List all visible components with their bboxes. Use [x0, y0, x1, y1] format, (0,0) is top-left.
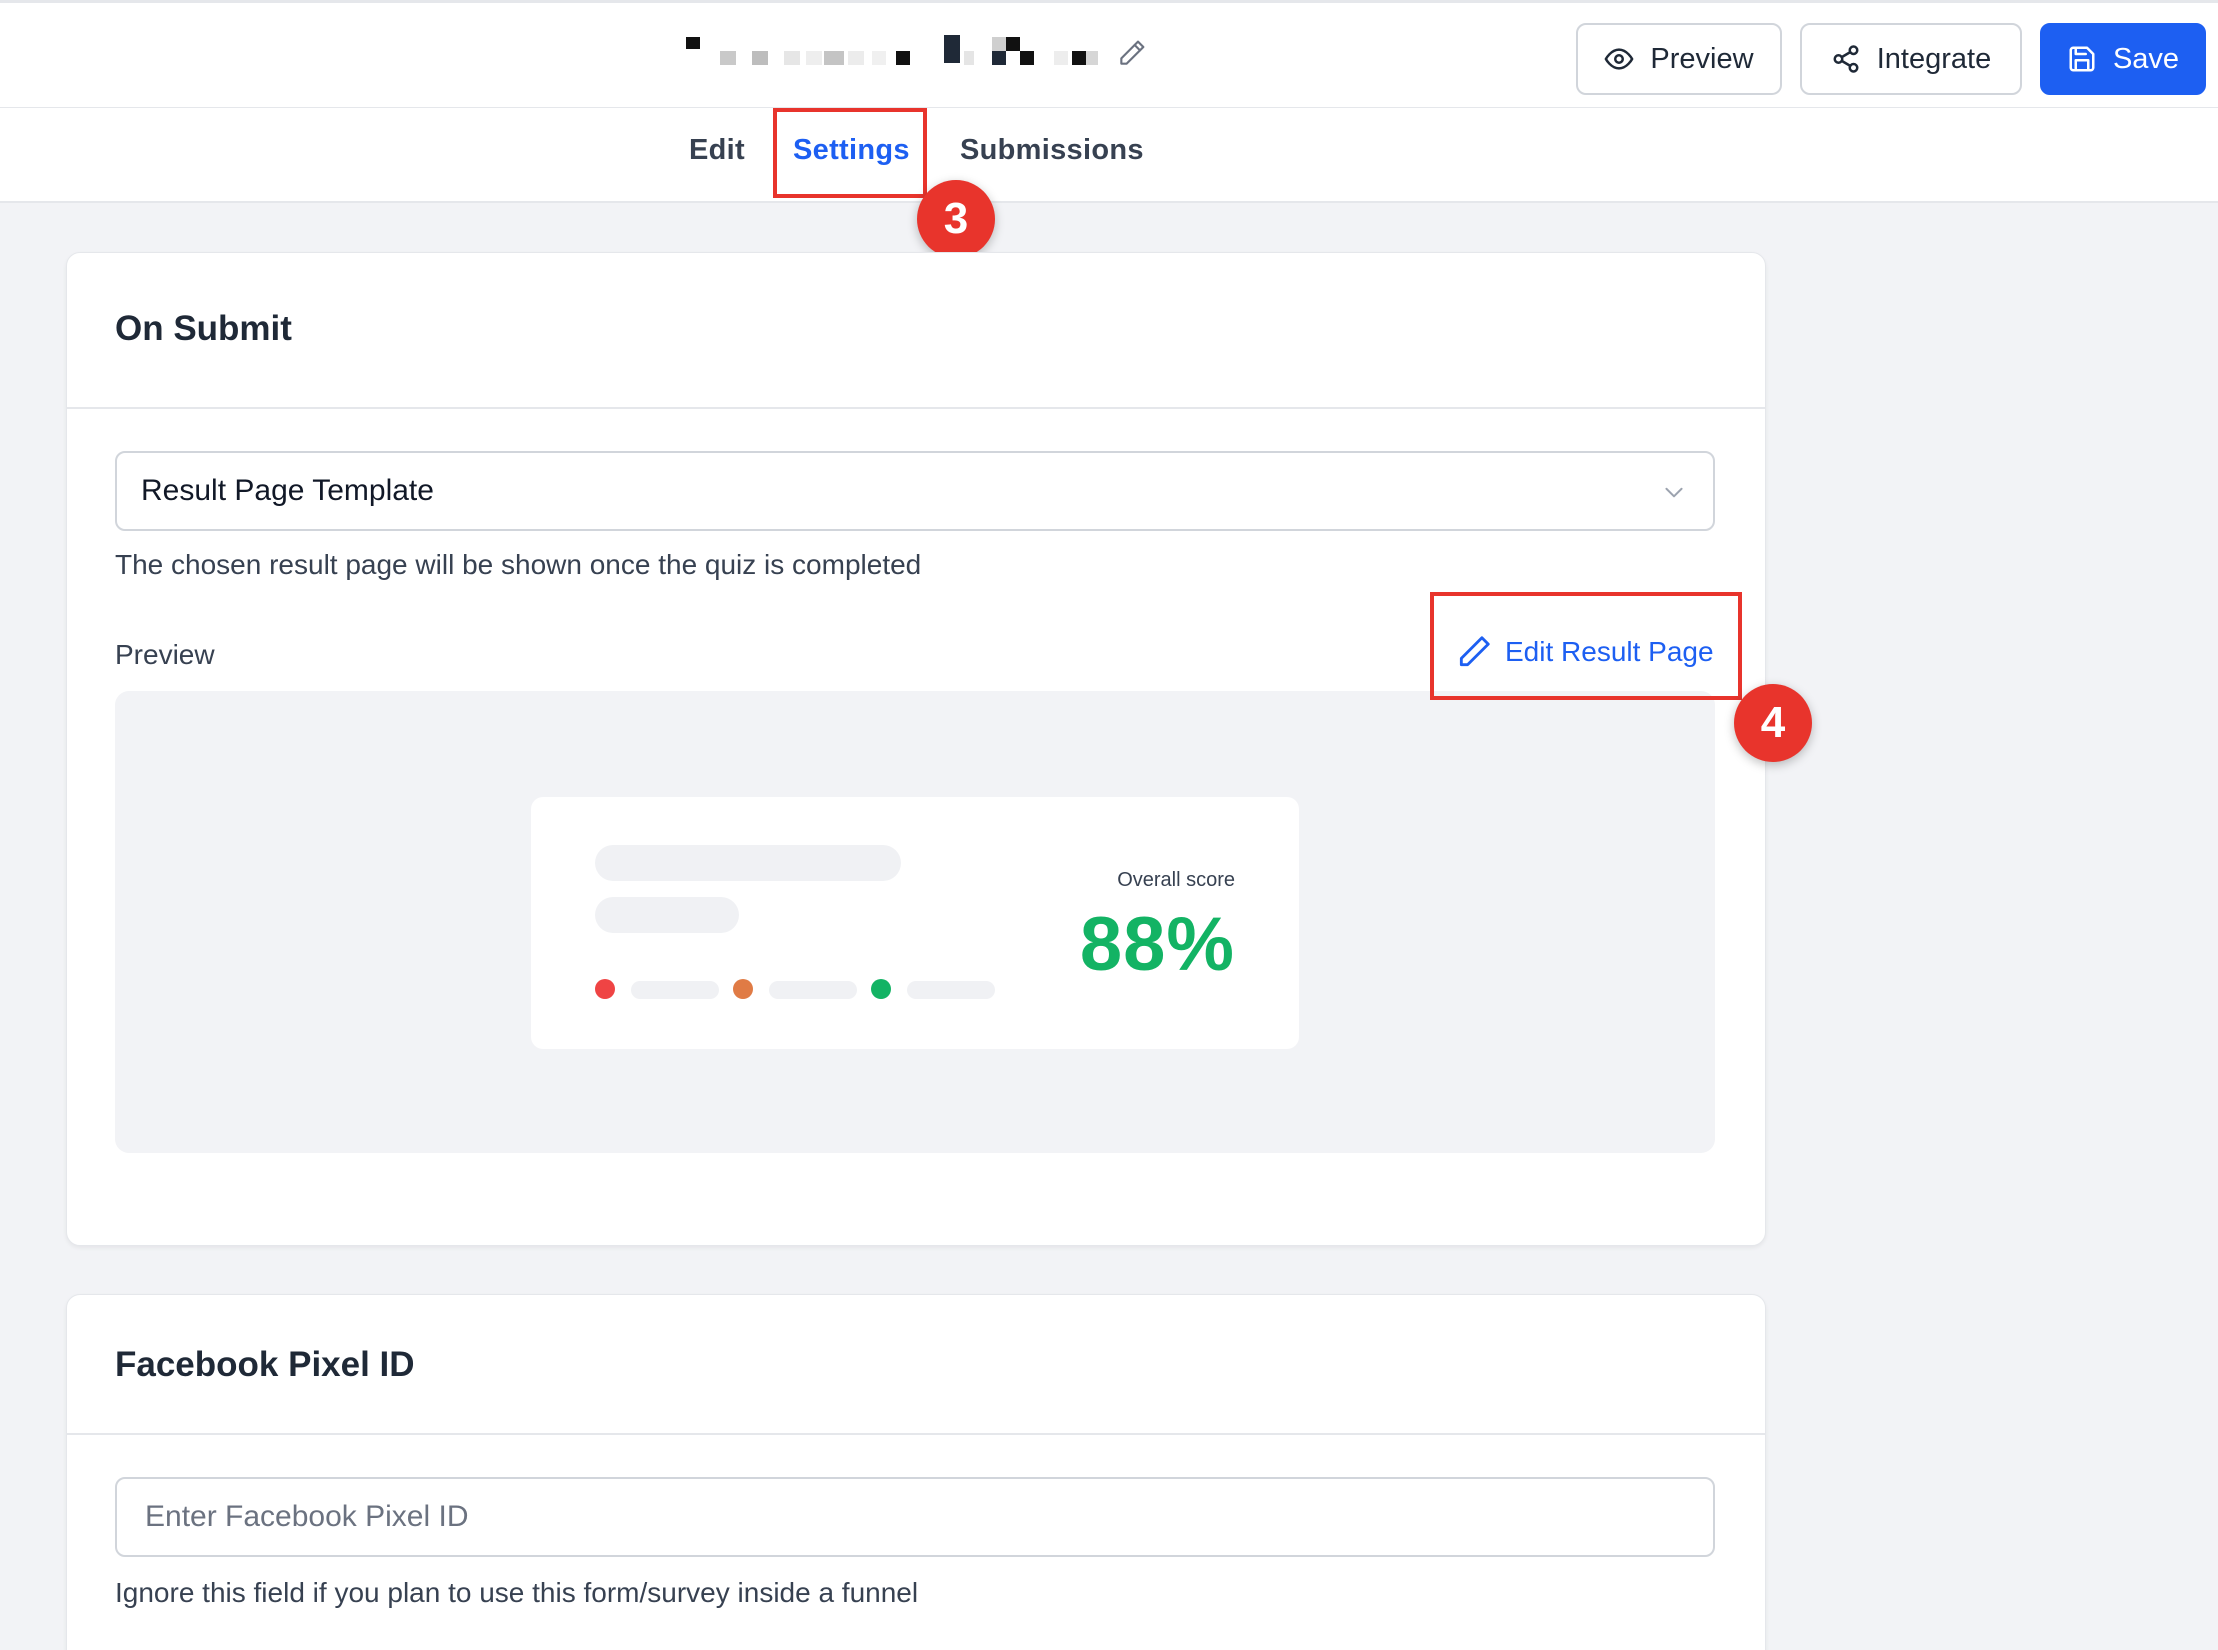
result-preview-area: Overall score 88% [115, 691, 1715, 1153]
redacted-pixel [944, 35, 960, 63]
result-page-select-value: Result Page Template [141, 474, 434, 507]
annotation-highlight-settings [773, 108, 927, 198]
redacted-pixel [752, 51, 768, 65]
redacted-pixel [992, 51, 1006, 65]
pencil-icon[interactable] [1116, 37, 1148, 69]
redacted-pixel [1086, 51, 1098, 65]
redacted-pixel [784, 51, 800, 65]
redacted-pixel [720, 51, 736, 65]
tab-submissions[interactable]: Submissions [960, 134, 1144, 167]
redacted-pixel [1072, 51, 1086, 65]
status-dot-green [871, 979, 891, 999]
save-button[interactable]: Save [2040, 23, 2206, 95]
placeholder-bar [595, 845, 901, 881]
top-header: Preview Integrate Save [0, 0, 2218, 108]
facebook-pixel-card: Facebook Pixel ID Ignore this field if y… [66, 1294, 1766, 1650]
integrate-button[interactable]: Integrate [1800, 23, 2022, 95]
result-page-select[interactable]: Result Page Template [115, 451, 1715, 531]
save-button-label: Save [2112, 42, 2180, 75]
overall-score-value: 88% [1079, 902, 1235, 987]
redacted-pixel [686, 37, 700, 49]
annotation-step-4: 4 [1734, 684, 1812, 762]
floppy-disk-icon [2069, 46, 2095, 72]
placeholder-bar [769, 981, 857, 999]
redacted-pixel [1006, 37, 1020, 51]
status-dot-red [595, 979, 615, 999]
overall-score-label: Overall score [1117, 869, 1235, 891]
form-title-redacted[interactable] [686, 33, 1146, 73]
placeholder-bar [907, 981, 995, 999]
placeholder-bar [631, 981, 719, 999]
redacted-pixel [848, 51, 864, 65]
facebook-pixel-help-text: Ignore this field if you plan to use thi… [115, 1577, 919, 1608]
annotation-highlight-edit-result-page [1430, 592, 1742, 700]
integrate-button-label: Integrate [1876, 42, 1992, 75]
card-divider [67, 1433, 1765, 1435]
redacted-pixel [992, 37, 1006, 51]
redacted-pixel [806, 51, 822, 65]
redacted-pixel [1054, 51, 1068, 65]
redacted-pixel [964, 51, 974, 65]
result-page-help-text: The chosen result page will be shown onc… [115, 549, 922, 580]
facebook-pixel-id-input[interactable] [115, 1477, 1715, 1557]
chevron-down-icon [1665, 487, 1683, 498]
annotation-step-3: 3 [917, 180, 995, 258]
redacted-pixel [896, 51, 910, 65]
redacted-pixel [1020, 51, 1034, 65]
status-dot-orange [733, 979, 753, 999]
redacted-pixel [824, 51, 844, 65]
placeholder-bar [595, 897, 739, 933]
redacted-pixel [872, 51, 886, 65]
tab-bar: Edit Settings Submissions [0, 108, 2218, 203]
card-title-on-submit: On Submit [115, 309, 292, 348]
card-title-facebook-pixel: Facebook Pixel ID [115, 1345, 415, 1384]
tab-edit[interactable]: Edit [689, 134, 745, 167]
preview-button-label: Preview [1650, 42, 1754, 75]
card-divider [67, 407, 1765, 409]
preview-label: Preview [115, 639, 215, 670]
result-preview-card: Overall score 88% [531, 797, 1299, 1049]
share-icon [1833, 45, 1859, 73]
preview-button[interactable]: Preview [1576, 23, 1782, 95]
eye-icon [1605, 48, 1634, 70]
on-submit-card: On Submit Result Page Template The chose… [66, 252, 1766, 1246]
